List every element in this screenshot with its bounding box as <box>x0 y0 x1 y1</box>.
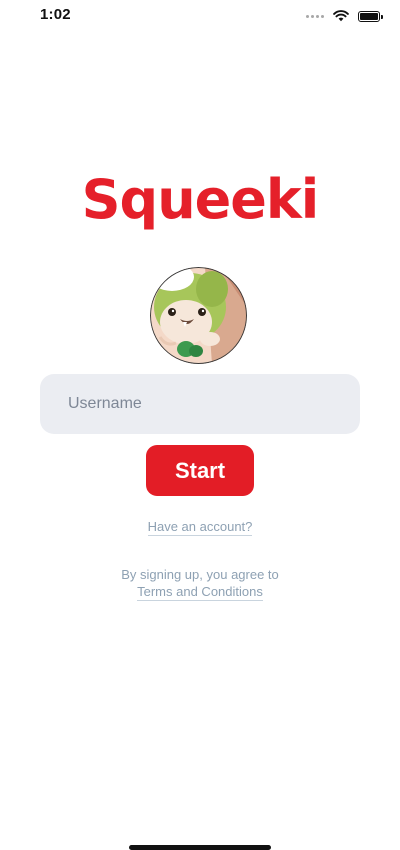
cellular-signal-icon <box>306 14 324 18</box>
start-button[interactable]: Start <box>146 445 254 496</box>
username-input[interactable] <box>40 374 360 434</box>
terms-notice: By signing up, you agree to Terms and Co… <box>0 566 400 601</box>
terms-and-conditions-link[interactable]: Terms and Conditions <box>137 584 263 601</box>
app-logo: Squeeki <box>81 168 320 231</box>
status-bar: 1:02 <box>0 0 400 32</box>
login-screen: 1:02 Squeeki Username Start Have an acco… <box>0 0 400 850</box>
have-account-link[interactable]: Have an account? <box>147 519 253 536</box>
status-time: 1:02 <box>40 6 71 23</box>
battery-icon <box>358 10 383 22</box>
have-account-row: Have an account? <box>0 519 400 536</box>
mascot-avatar-icon <box>150 267 247 364</box>
wifi-icon <box>333 10 349 22</box>
home-indicator[interactable] <box>129 845 271 850</box>
status-icons <box>306 8 383 24</box>
terms-prefix-text: By signing up, you agree to <box>121 567 279 582</box>
